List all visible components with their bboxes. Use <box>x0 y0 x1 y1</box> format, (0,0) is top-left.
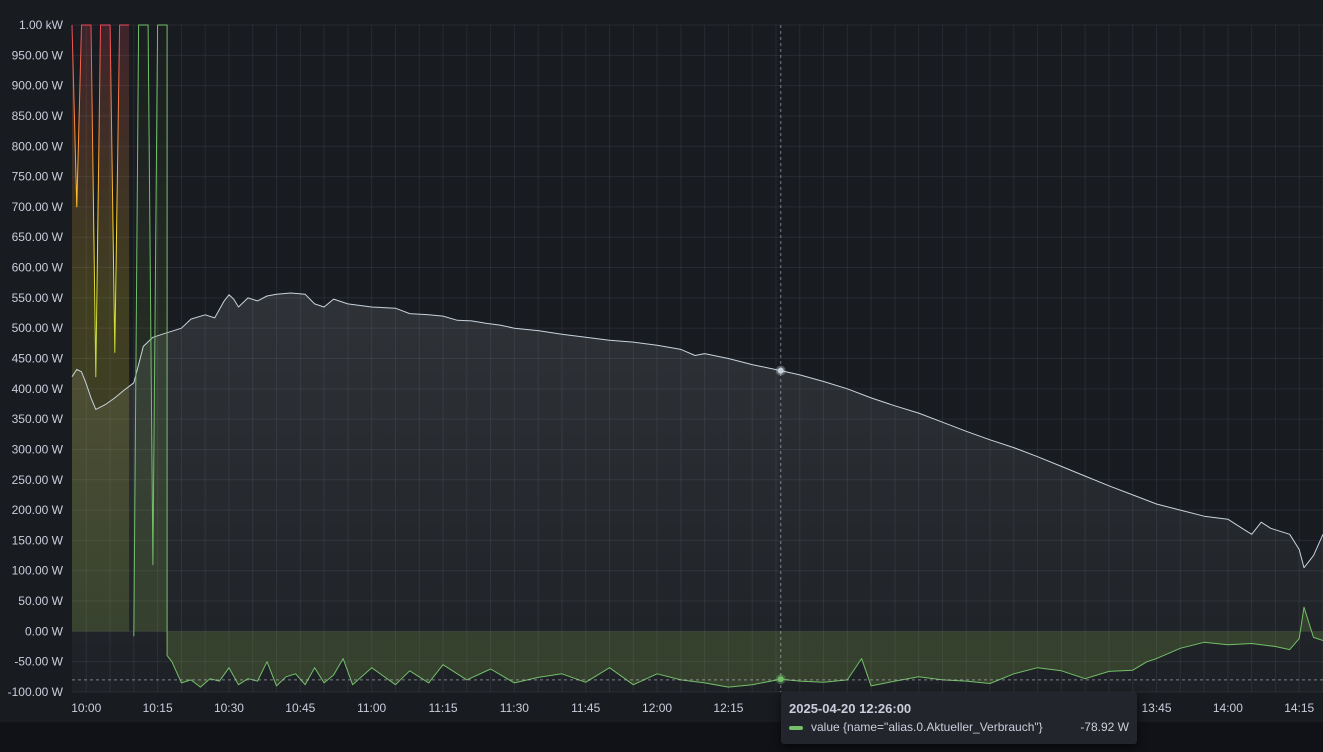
y-tick-label: 750.00 W <box>12 170 64 184</box>
x-tick-label: 10:15 <box>143 701 173 715</box>
tooltip-series-swatch <box>789 726 803 730</box>
x-tick-label: 11:45 <box>571 701 600 715</box>
x-tick-label: 14:00 <box>1213 701 1243 715</box>
y-tick-label: 50.00 W <box>18 594 63 608</box>
y-tick-label: 150.00 W <box>12 533 64 547</box>
x-tick-label: 12:15 <box>713 701 743 715</box>
y-tick-label: 0.00 W <box>25 624 64 638</box>
chart-tooltip: 2025-04-20 12:26:00 value {name="alias.0… <box>781 692 1137 744</box>
y-tick-label: 1.00 kW <box>19 18 64 32</box>
y-tick-label: 800.00 W <box>12 139 64 153</box>
y-tick-label: 650.00 W <box>12 230 64 244</box>
x-tick-label: 14:15 <box>1284 701 1314 715</box>
y-tick-label: 850.00 W <box>12 109 64 123</box>
y-tick-label: 250.00 W <box>12 473 64 487</box>
y-tick-label: 950.00 W <box>12 48 64 62</box>
y-tick-label: -50.00 W <box>14 655 63 669</box>
x-tick-label: 11:00 <box>357 701 386 715</box>
y-tick-label: 900.00 W <box>12 79 64 93</box>
tooltip-timestamp: 2025-04-20 12:26:00 <box>789 701 912 716</box>
x-tick-label: 10:45 <box>285 701 315 715</box>
time-series-panel: 1.00 kW 950.00 W 900.00 W 850.00 W 800.00 W 7… <box>0 0 1323 752</box>
tooltip-series-value: -78.92 W <box>1080 720 1129 734</box>
y-tick-label: 600.00 W <box>12 261 64 275</box>
y-tick-label: 100.00 W <box>12 564 64 578</box>
y-tick-label: 450.00 W <box>12 352 64 366</box>
y-tick-label: 700.00 W <box>12 200 64 214</box>
y-tick-label: -100.00 W <box>8 685 64 699</box>
hover-point-consumption <box>777 676 784 683</box>
series-consumption-area-spikes <box>72 25 130 632</box>
y-tick-label: 500.00 W <box>12 321 64 335</box>
tooltip-series-label: value {name="alias.0.Aktueller_Verbrauch… <box>811 720 1043 734</box>
tooltip-series-row: value {name="alias.0.Aktueller_Verbrauch… <box>789 720 1129 738</box>
x-tick-label: 10:00 <box>71 701 101 715</box>
time-series-chart[interactable]: 1.00 kW 950.00 W 900.00 W 850.00 W 800.00 W 7… <box>0 0 1323 722</box>
y-tick-label: 300.00 W <box>12 442 64 456</box>
x-tick-label: 13:45 <box>1142 701 1172 715</box>
y-tick-label: 350.00 W <box>12 412 64 426</box>
y-tick-label: 200.00 W <box>12 503 64 517</box>
x-tick-label: 12:00 <box>642 701 672 715</box>
y-tick-label: 550.00 W <box>12 291 64 305</box>
y-tick-label: 400.00 W <box>12 382 64 396</box>
x-tick-label: 11:15 <box>428 701 457 715</box>
x-tick-label: 10:30 <box>214 701 244 715</box>
hover-point-light <box>777 367 784 374</box>
x-tick-label: 11:30 <box>500 701 529 715</box>
